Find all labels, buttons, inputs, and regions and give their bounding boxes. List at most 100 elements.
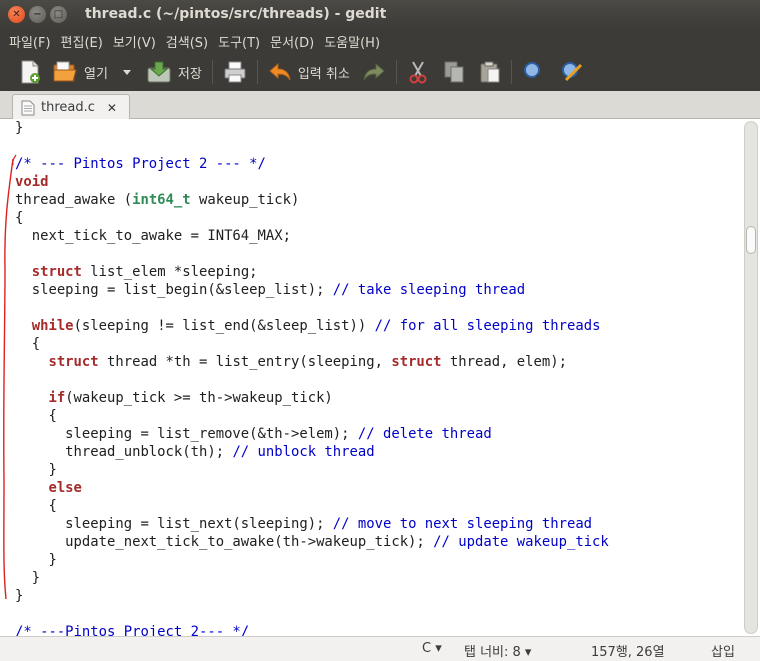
code-line[interactable]: if(wakeup_tick >= th->wakeup_tick) xyxy=(15,389,609,407)
code-text: } xyxy=(15,462,57,478)
maximize-window-button[interactable]: □ xyxy=(50,6,67,23)
window-title: thread.c (~/pintos/src/threads) - gedit xyxy=(85,6,387,22)
code-editor[interactable]: }/* --- Pintos Project 2 --- */void threa… xyxy=(0,119,760,636)
code-comment: /* ---Pintos Project 2--- */ xyxy=(15,624,250,636)
undo-label: 입력 취소 xyxy=(297,66,350,82)
code-comment: // delete thread xyxy=(357,426,492,442)
code-line[interactable]: sleeping = list_remove(&th->elem); // de… xyxy=(15,425,609,443)
close-window-button[interactable]: ✕ xyxy=(8,6,25,23)
code-text: } xyxy=(15,570,41,586)
menu-view[interactable]: 보기(V) xyxy=(108,32,161,51)
code-line[interactable] xyxy=(15,137,609,155)
document-tab-bar: thread.c ✕ xyxy=(0,91,760,120)
title-bar: ✕ − □ thread.c (~/pintos/src/threads) - … xyxy=(0,0,760,29)
save-button[interactable]: 저장 xyxy=(146,57,202,87)
close-tab-icon[interactable]: ✕ xyxy=(107,101,117,115)
code-view[interactable]: }/* --- Pintos Project 2 --- */void threa… xyxy=(15,119,609,636)
code-line[interactable]: next_tick_to_awake = INT64_MAX; xyxy=(15,227,609,245)
code-keyword: if xyxy=(48,390,66,406)
printer-icon xyxy=(224,61,246,83)
menu-help[interactable]: 도움말(H) xyxy=(319,32,385,51)
code-text: sleeping = list_next(sleeping); xyxy=(15,516,333,532)
undo-button[interactable]: 입력 취소 xyxy=(268,57,350,87)
code-keyword: struct xyxy=(48,354,99,370)
find-button[interactable] xyxy=(522,57,546,87)
toolbar-separator xyxy=(510,60,512,84)
code-line[interactable]: sleeping = list_begin(&sleep_list); // t… xyxy=(15,281,609,299)
code-text: update_next_tick_to_awake(th->wakeup_tic… xyxy=(15,534,434,550)
code-text: } xyxy=(15,588,24,604)
copy-button[interactable] xyxy=(443,57,465,87)
code-line[interactable] xyxy=(15,245,609,263)
code-comment: // for all sleeping threads xyxy=(374,318,601,334)
open-button[interactable]: 열기 xyxy=(52,57,108,87)
code-line[interactable]: /* --- Pintos Project 2 --- */ xyxy=(15,155,609,173)
code-keyword: void xyxy=(15,174,49,190)
code-text: thread, elem); xyxy=(441,354,567,370)
insert-mode: 삽입 xyxy=(711,645,735,660)
code-line[interactable] xyxy=(15,605,609,623)
code-line[interactable] xyxy=(15,299,609,317)
toolbar-separator xyxy=(211,60,213,84)
redo-button[interactable] xyxy=(362,57,386,87)
code-line[interactable]: } xyxy=(15,461,609,479)
code-line[interactable]: sleeping = list_next(sleeping); // move … xyxy=(15,515,609,533)
code-line[interactable]: } xyxy=(15,119,609,137)
undo-arrow-icon xyxy=(269,62,291,81)
print-button[interactable] xyxy=(223,57,247,87)
code-line[interactable]: struct thread *th = list_entry(sleeping,… xyxy=(15,353,609,371)
vertical-scrollbar[interactable] xyxy=(744,121,758,634)
chevron-down-icon xyxy=(122,70,131,75)
code-line[interactable]: { xyxy=(15,209,609,227)
code-line[interactable]: update_next_tick_to_awake(th->wakeup_tic… xyxy=(15,533,609,551)
new-document-button[interactable] xyxy=(18,57,42,87)
code-text: { xyxy=(15,210,24,226)
scrollbar-thumb[interactable] xyxy=(746,226,756,254)
code-line[interactable]: struct list_elem *sleeping; xyxy=(15,263,609,281)
code-text: { xyxy=(15,498,57,514)
code-line[interactable]: while(sleeping != list_end(&sleep_list))… xyxy=(15,317,609,335)
code-comment: // move to next sleeping thread xyxy=(332,516,593,532)
find-replace-button[interactable] xyxy=(560,57,584,87)
code-line[interactable]: } xyxy=(15,569,609,587)
code-line[interactable]: thread_awake (int64_t wakeup_tick) xyxy=(15,191,609,209)
code-line[interactable]: } xyxy=(15,587,609,605)
menu-tools[interactable]: 도구(T) xyxy=(213,32,265,51)
tab-width-selector[interactable]: 탭 너비: 8 ▾ xyxy=(464,641,531,660)
language-selector[interactable]: C ▾ xyxy=(422,641,442,656)
code-text: sleeping = list_remove(&th->elem); xyxy=(15,426,358,442)
code-line[interactable]: thread_unblock(th); // unblock thread xyxy=(15,443,609,461)
code-line[interactable]: else xyxy=(15,479,609,497)
minimize-window-button[interactable]: − xyxy=(29,6,46,23)
redo-arrow-icon xyxy=(363,62,385,81)
menu-search[interactable]: 검색(S) xyxy=(161,32,213,51)
code-line[interactable]: { xyxy=(15,407,609,425)
cut-button[interactable] xyxy=(407,57,429,87)
paste-clipboard-icon xyxy=(480,61,500,83)
code-text: { xyxy=(15,408,57,424)
toolbar-separator xyxy=(256,60,258,84)
code-line[interactable]: /* ---Pintos Project 2--- */ xyxy=(15,623,609,636)
search-icon xyxy=(523,62,545,84)
code-text: thread *th = list_entry(sleeping, xyxy=(98,354,392,370)
document-tab[interactable]: thread.c ✕ xyxy=(12,94,130,120)
menu-documents[interactable]: 문서(D) xyxy=(265,32,319,51)
code-line[interactable]: { xyxy=(15,497,609,515)
gedit-window: ✕ − □ thread.c (~/pintos/src/threads) - … xyxy=(0,0,760,661)
save-icon xyxy=(147,61,171,83)
code-line[interactable]: } xyxy=(15,551,609,569)
paste-button[interactable] xyxy=(479,57,501,87)
menu-edit[interactable]: 편집(E) xyxy=(56,32,108,51)
recent-files-dropdown[interactable] xyxy=(122,57,132,87)
text-file-icon xyxy=(21,100,35,115)
code-keyword: else xyxy=(48,480,82,496)
code-line[interactable]: void xyxy=(15,173,609,191)
code-comment: // update wakeup_tick xyxy=(433,534,609,550)
code-text: { xyxy=(15,336,41,352)
code-text: next_tick_to_awake = INT64_MAX; xyxy=(15,228,291,244)
find-replace-icon xyxy=(561,62,582,82)
code-line[interactable]: { xyxy=(15,335,609,353)
menu-file[interactable]: 파일(F) xyxy=(4,32,56,51)
code-line[interactable] xyxy=(15,371,609,389)
